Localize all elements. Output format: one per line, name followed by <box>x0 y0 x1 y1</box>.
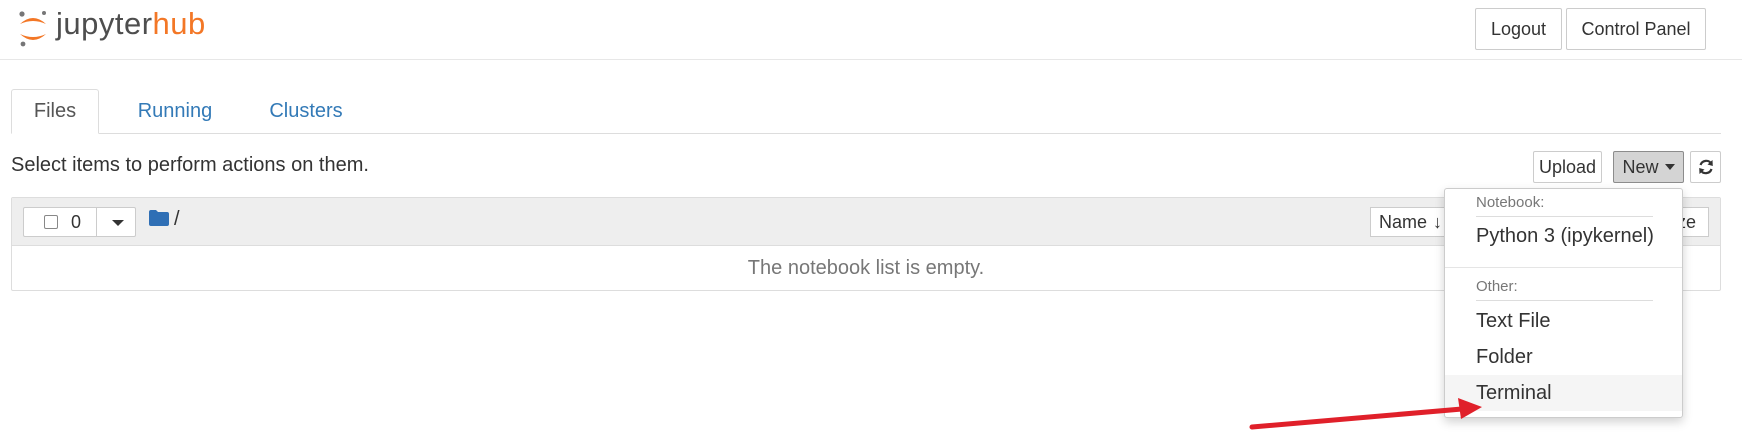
logout-button[interactable]: Logout <box>1475 8 1562 50</box>
new-button[interactable]: New <box>1613 151 1684 183</box>
menu-item-terminal[interactable]: Terminal <box>1445 375 1682 411</box>
tab-files[interactable]: Files <box>11 89 99 134</box>
jupyter-logo-icon <box>19 11 46 47</box>
logo-text: jupyterhub <box>56 6 206 42</box>
top-header: jupyterhub Logout Control Panel <box>0 0 1742 60</box>
sort-name-label: Name <box>1379 211 1428 232</box>
menu-item-text-file[interactable]: Text File <box>1445 303 1682 339</box>
main-tabs: Files Running Clusters <box>11 89 1721 134</box>
menu-item-folder[interactable]: Folder <box>1445 339 1682 375</box>
refresh-icon <box>1698 159 1713 175</box>
selection-hint: Select items to perform actions on them. <box>11 154 369 176</box>
select-divider <box>96 208 97 236</box>
menu-separator <box>1445 267 1682 268</box>
select-dropdown-caret-icon[interactable] <box>112 220 124 226</box>
caret-down-icon <box>1664 164 1675 170</box>
select-all-control[interactable]: 0 <box>23 207 136 237</box>
folder-icon[interactable] <box>149 210 169 226</box>
selected-count: 0 <box>71 212 82 232</box>
new-dropdown-menu: Notebook: Python 3 (ipykernel) Other: Te… <box>1444 188 1683 418</box>
notebook-section-header: Notebook: <box>1476 194 1545 211</box>
control-panel-button[interactable]: Control Panel <box>1566 8 1706 50</box>
refresh-button[interactable] <box>1690 151 1721 183</box>
menu-item-python3[interactable]: Python 3 (ipykernel) <box>1445 218 1682 254</box>
new-button-label: New <box>1622 156 1659 177</box>
logo-text-hub: hub <box>152 6 206 41</box>
other-section-rule <box>1476 300 1653 301</box>
arrow-down-icon: ↓ <box>1433 211 1443 232</box>
jupyterhub-logo[interactable]: jupyterhub <box>18 6 206 52</box>
logo-text-jupyter: jupyter <box>56 6 153 41</box>
upload-button[interactable]: Upload <box>1533 151 1602 183</box>
current-path[interactable]: / <box>174 208 180 231</box>
other-section-header: Other: <box>1476 278 1518 295</box>
select-all-checkbox[interactable] <box>44 215 58 229</box>
notebook-section-rule <box>1476 216 1653 217</box>
tab-clusters[interactable]: Clusters <box>247 89 365 133</box>
tab-running[interactable]: Running <box>115 89 235 133</box>
